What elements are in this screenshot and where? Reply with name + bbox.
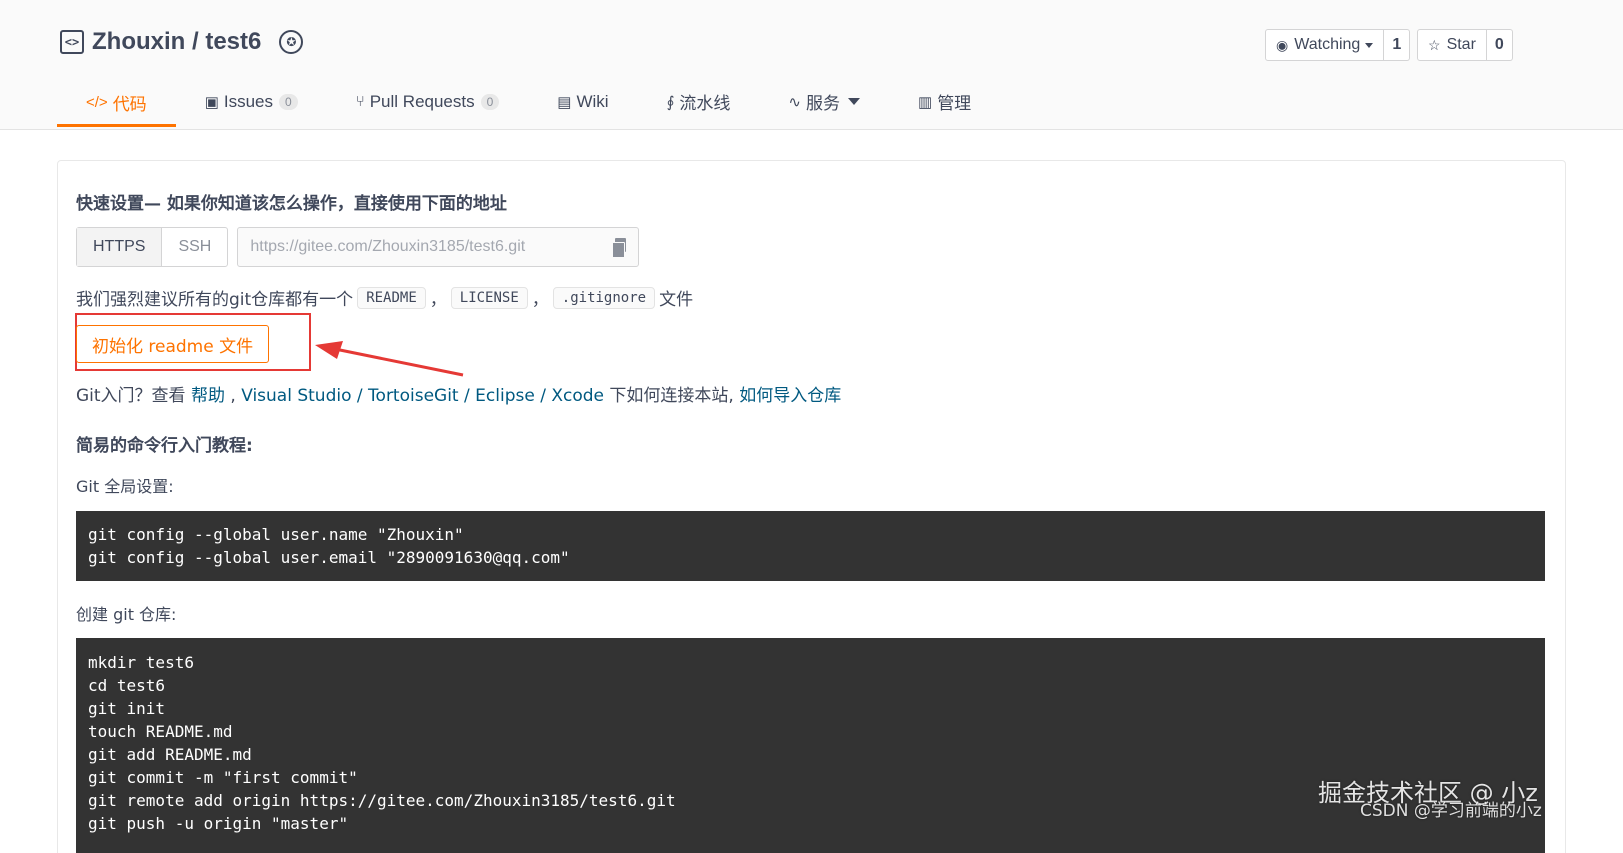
- help-prefix: Git入门？查看: [76, 386, 191, 406]
- eclipse-link[interactable]: Eclipse: [475, 386, 535, 406]
- recommend-prefix: 我们强烈建议所有的git仓库都有一个: [76, 290, 354, 310]
- separator: ,: [224, 386, 242, 406]
- help-link[interactable]: 帮助: [191, 386, 225, 406]
- clone-url-text: https://gitee.com/Zhouxin3185/test6.git: [250, 238, 526, 255]
- tab-manage[interactable]: ▥ 管理: [889, 78, 1000, 125]
- issues-icon: ▣: [204, 93, 219, 111]
- star-icon: ☆: [1428, 36, 1441, 53]
- slash-separator: /: [534, 386, 552, 406]
- create-repo-label: 创建 git 仓库:: [76, 605, 177, 624]
- pulse-icon: ∿: [788, 93, 801, 111]
- slash-separator: /: [458, 386, 476, 406]
- tab-services[interactable]: ∿ 服务: [759, 78, 889, 125]
- tab-label: Issues: [223, 91, 274, 111]
- visual-studio-link[interactable]: Visual Studio: [241, 386, 351, 406]
- annotation-arrow: [315, 341, 464, 377]
- chevron-down-icon: [1365, 42, 1374, 48]
- tab-issues[interactable]: ▣ Issues 0: [176, 78, 327, 125]
- protocol-toggle: HTTPS SSH: [76, 227, 229, 267]
- book-icon: ▤: [557, 93, 572, 111]
- tab-label: 流水线: [679, 94, 731, 113]
- tab-wiki[interactable]: ▤ Wiki: [528, 78, 637, 125]
- repo-tabs: </> 代码 ▣ Issues 0 ⑂ Pull Requests 0 ▤ Wi…: [57, 78, 1000, 130]
- tab-label: Pull Requests: [369, 91, 475, 111]
- tab-label: 管理: [937, 94, 972, 113]
- watch-group: ◉ Watching 1: [1265, 29, 1411, 61]
- help-links: Git入门？查看 帮助 , Visual Studio / TortoiseGi…: [76, 381, 841, 406]
- repo-path-separator: /: [185, 28, 206, 55]
- code-repo-icon: <>: [60, 30, 84, 54]
- comma: ，: [531, 290, 549, 310]
- tutorial-heading: 简易的命令行入门教程:: [76, 436, 253, 456]
- star-group: ☆ Star 0: [1417, 29, 1513, 61]
- tab-pipeline[interactable]: ∮ 流水线: [638, 78, 760, 125]
- issues-count-badge: 0: [279, 93, 298, 110]
- https-button[interactable]: HTTPS: [77, 228, 163, 266]
- init-readme-button[interactable]: 初始化 readme 文件: [76, 325, 270, 363]
- pull-request-icon: ⑂: [355, 93, 365, 110]
- tab-code[interactable]: </> 代码: [57, 78, 176, 127]
- comma: ，: [429, 290, 447, 310]
- chevron-down-icon: [848, 98, 860, 105]
- clipboard-icon: ▥: [918, 93, 933, 111]
- readme-chip: README: [357, 286, 426, 309]
- annotation-arrow-head: [315, 341, 343, 359]
- xcode-link[interactable]: Xcode: [551, 386, 604, 406]
- tab-pull-requests[interactable]: ⑂ Pull Requests 0: [327, 78, 529, 125]
- star-count[interactable]: 0: [1486, 29, 1513, 61]
- license-chip: LICENSE: [450, 286, 528, 309]
- repo-owner-link[interactable]: Zhouxin: [92, 28, 185, 56]
- tortoisegit-link[interactable]: TortoiseGit: [368, 386, 459, 406]
- tab-label: 代码: [112, 94, 147, 114]
- ssh-button[interactable]: SSH: [162, 228, 227, 266]
- quick-setup-title: 快速设置— 如果你知道该怎么操作，直接使用下面的地址: [76, 194, 507, 214]
- code-icon: </>: [86, 93, 108, 111]
- watch-label: Watching: [1294, 36, 1361, 53]
- import-repo-link[interactable]: 如何导入仓库: [739, 386, 841, 406]
- star-label: Star: [1446, 36, 1476, 53]
- tab-label: Wiki: [576, 91, 609, 111]
- clone-url-field[interactable]: https://gitee.com/Zhouxin3185/test6.git: [237, 227, 640, 267]
- tab-label: 服务: [806, 94, 840, 113]
- watch-button[interactable]: ◉ Watching: [1265, 29, 1385, 61]
- star-button[interactable]: ☆ Star: [1417, 29, 1487, 61]
- repo-title: <> Zhouxin / test6 ✪: [60, 28, 304, 56]
- watermark-csdn: CSDN @学习前端的小z: [1360, 801, 1542, 821]
- copy-icon[interactable]: [612, 238, 627, 258]
- quick-setup-panel: 快速设置— 如果你知道该怎么操作，直接使用下面的地址 HTTPS SSH htt…: [57, 160, 1566, 853]
- global-settings-label: Git 全局设置:: [76, 477, 174, 496]
- clone-url-row: HTTPS SSH https://gitee.com/Zhouxin3185/…: [76, 227, 640, 267]
- create-repo-code: mkdir test6 cd test6 git init touch READ…: [76, 638, 1545, 853]
- eye-icon: ◉: [1276, 36, 1289, 53]
- recommend-files-text: 我们强烈建议所有的git仓库都有一个 README ， LICENSE ， .g…: [76, 285, 693, 310]
- recommend-suffix: 文件: [659, 290, 694, 310]
- slash-separator: /: [351, 386, 369, 406]
- help-middle: 下如何连接本站,: [604, 386, 740, 406]
- gitignore-chip: .gitignore: [552, 286, 656, 309]
- repo-header: <> Zhouxin / test6 ✪ ◉ Watching 1 ☆ Star…: [0, 0, 1623, 130]
- global-config-code: git config --global user.name "Zhouxin" …: [76, 511, 1545, 581]
- watch-count[interactable]: 1: [1384, 29, 1411, 61]
- pipeline-icon: ∮: [666, 93, 675, 111]
- annotation-arrow-shaft: [334, 347, 464, 377]
- award-badge-icon[interactable]: ✪: [279, 30, 304, 54]
- pull-requests-count-badge: 0: [480, 93, 500, 110]
- repo-name-link[interactable]: test6: [205, 28, 261, 56]
